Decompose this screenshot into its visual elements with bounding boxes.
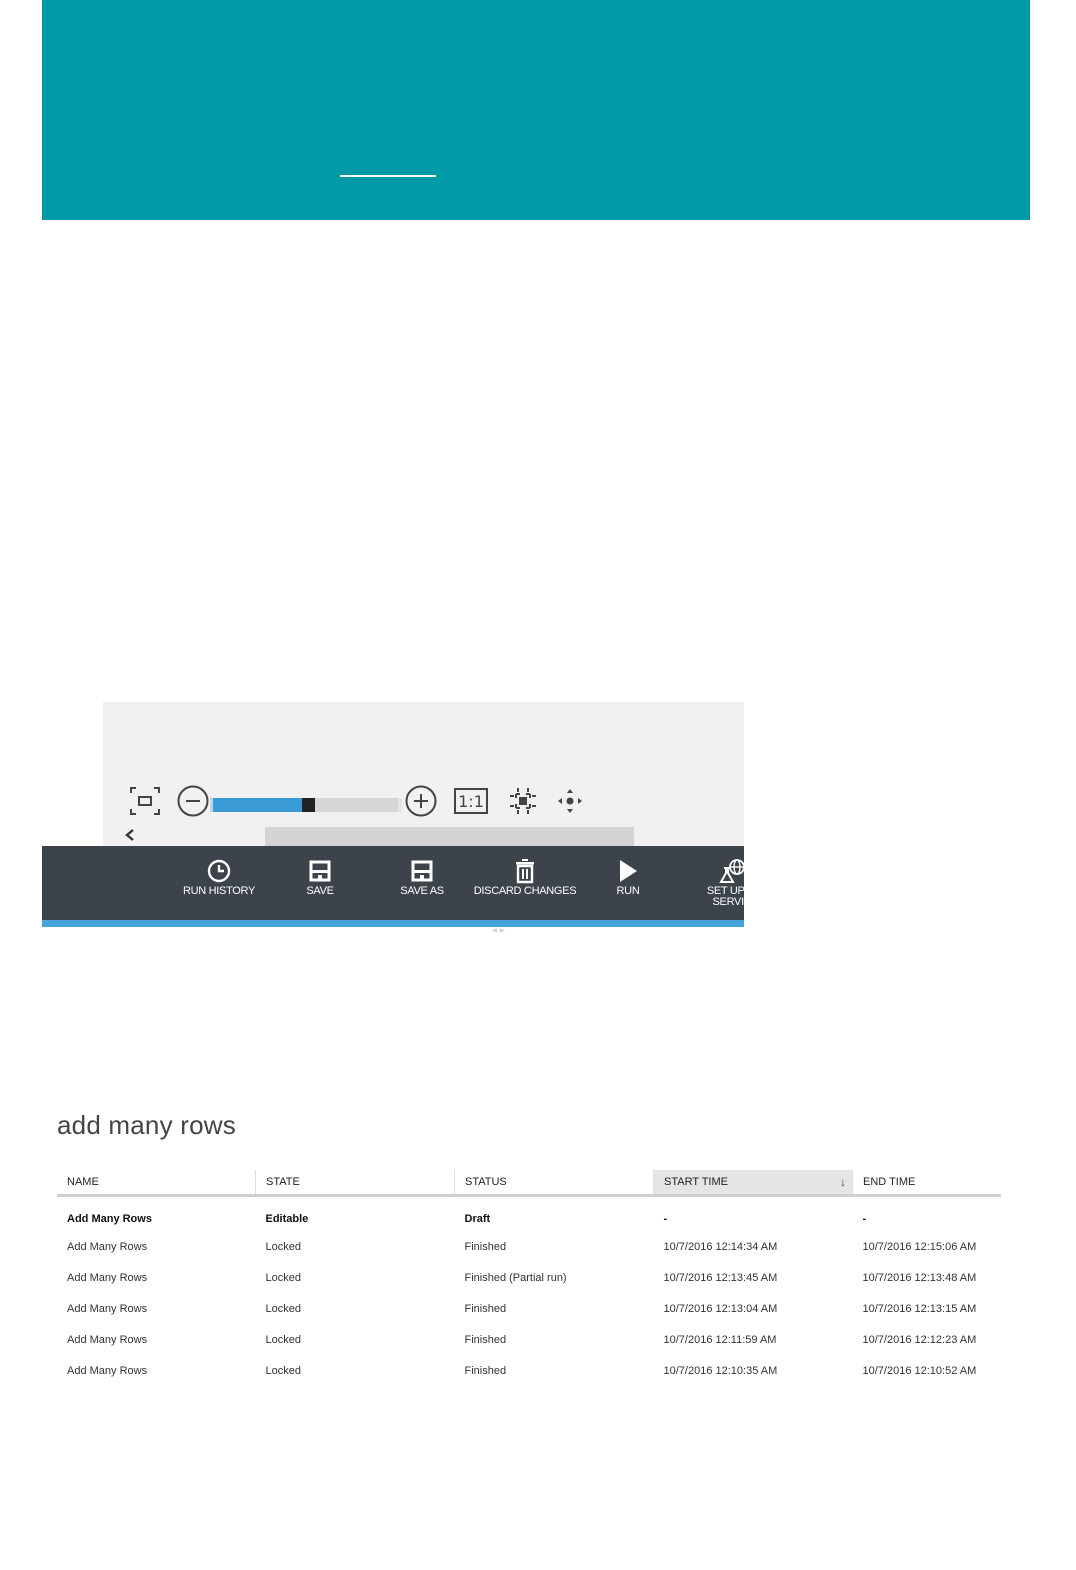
- set-up-web-service-label: SET UP W SERVIC: [707, 886, 744, 908]
- cell-start-time: 10/7/2016 12:13:04 AM: [663, 1302, 778, 1315]
- flask-globe-icon: [718, 858, 744, 884]
- cell-end-time: 10/7/2016 12:10:52 AM: [862, 1364, 977, 1377]
- cell-start-time: 10/7/2016 12:14:34 AM: [663, 1240, 778, 1253]
- cell-status: Finished: [464, 1364, 507, 1377]
- toolbar-accent-bar: [42, 920, 744, 927]
- cell-start-time: 10/7/2016 12:10:35 AM: [663, 1364, 778, 1377]
- set-up-web-service-button[interactable]: SET UP W SERVIC: [692, 858, 744, 908]
- cell-end-time: 10/7/2016 12:15:06 AM: [862, 1240, 977, 1253]
- canvas-zoom-controls: 1:1: [128, 784, 588, 818]
- cell-name: Add Many Rows: [67, 1364, 148, 1377]
- actual-size-button[interactable]: 1:1: [454, 788, 488, 814]
- cell-state: Locked: [265, 1333, 301, 1346]
- table-row[interactable]: Add Many Rows Locked Finished 10/7/2016 …: [57, 1293, 1001, 1324]
- table-row[interactable]: Add Many Rows Locked Finished 10/7/2016 …: [57, 1324, 1001, 1355]
- table-row[interactable]: Add Many Rows Locked Finished 10/7/2016 …: [57, 1355, 1001, 1386]
- command-toolbar: RUN HISTORY SAVE SAVE AS DISCARD CHANGES…: [42, 846, 744, 920]
- header-banner: [42, 0, 1030, 220]
- table-row[interactable]: Add Many Rows Editable Draft - -: [57, 1196, 1001, 1232]
- focus-icon[interactable]: [506, 784, 540, 818]
- play-icon: [614, 858, 642, 884]
- zoom-slider-start: [210, 798, 213, 812]
- column-header-name[interactable]: NAME: [57, 1170, 256, 1197]
- save-button[interactable]: SAVE: [300, 858, 340, 897]
- run-history-label: RUN HISTORY: [182, 885, 256, 897]
- table-row[interactable]: Add Many Rows Locked Finished (Partial r…: [57, 1262, 1001, 1293]
- column-header-start-time[interactable]: START TIME ↓: [653, 1170, 853, 1197]
- cell-state: Locked: [265, 1302, 301, 1315]
- cell-name: Add Many Rows: [67, 1213, 152, 1225]
- cell-name: Add Many Rows: [67, 1240, 148, 1253]
- zoom-out-icon[interactable]: [176, 784, 210, 818]
- discard-changes-button[interactable]: DISCARD CHANGES: [472, 858, 578, 897]
- horizontal-scrollbar[interactable]: [265, 827, 634, 846]
- floppy-disk-icon: [408, 858, 436, 884]
- save-as-button[interactable]: SAVE AS: [397, 858, 447, 897]
- save-as-label: SAVE AS: [400, 885, 444, 897]
- column-header-start-time-label: START TIME: [664, 1176, 728, 1188]
- cell-name: Add Many Rows: [67, 1333, 148, 1346]
- table-header-row: NAME STATE STATUS START TIME ↓ END TIME: [57, 1170, 1001, 1197]
- zoom-slider-thumb[interactable]: [302, 798, 315, 812]
- sort-descending-icon: ↓: [840, 1175, 846, 1189]
- column-header-status[interactable]: STATUS: [454, 1170, 654, 1197]
- chevron-left-icon[interactable]: [123, 828, 137, 842]
- run-label: RUN: [616, 885, 640, 897]
- discard-changes-label: DISCARD CHANGES: [473, 885, 577, 897]
- cell-status: Finished: [464, 1333, 507, 1346]
- panel-splitter-icon[interactable]: ◂ ▸: [492, 925, 516, 936]
- zoom-slider-end: [398, 798, 402, 812]
- cell-status: Finished (Partial run): [464, 1271, 567, 1284]
- run-button[interactable]: RUN: [608, 858, 648, 897]
- zoom-slider[interactable]: [210, 798, 402, 812]
- page-title: add many rows: [57, 1110, 236, 1140]
- cell-end-time: -: [862, 1213, 867, 1225]
- active-tab-underline: [340, 175, 436, 177]
- set-up-web-service-label-line2: SERVIC: [712, 896, 744, 908]
- cell-end-time: 10/7/2016 12:13:48 AM: [862, 1271, 977, 1284]
- cell-state: Editable: [265, 1213, 309, 1225]
- cell-end-time: 10/7/2016 12:12:23 AM: [862, 1333, 977, 1346]
- fit-to-screen-icon[interactable]: [128, 784, 162, 818]
- cell-name: Add Many Rows: [67, 1271, 148, 1284]
- cell-state: Locked: [265, 1364, 301, 1377]
- cell-start-time: -: [663, 1213, 668, 1225]
- column-header-end-time[interactable]: END TIME: [852, 1170, 1001, 1197]
- cell-status: Finished: [464, 1240, 507, 1253]
- cell-name: Add Many Rows: [67, 1302, 148, 1315]
- cell-state: Locked: [265, 1240, 301, 1253]
- cell-state: Locked: [265, 1271, 301, 1284]
- zoom-in-icon[interactable]: [404, 784, 438, 818]
- floppy-disk-icon: [306, 858, 334, 884]
- experiment-canvas[interactable]: 1:1: [103, 702, 744, 846]
- save-label: SAVE: [306, 885, 334, 897]
- cell-start-time: 10/7/2016 12:11:59 AM: [663, 1333, 777, 1346]
- cell-status: Draft: [464, 1213, 491, 1225]
- clock-icon: [205, 858, 233, 884]
- zoom-slider-fill: [210, 798, 302, 812]
- column-header-state[interactable]: STATE: [255, 1170, 455, 1197]
- table-row[interactable]: Add Many Rows Locked Finished 10/7/2016 …: [57, 1231, 1001, 1262]
- run-history-table: NAME STATE STATUS START TIME ↓ END TIME …: [57, 1170, 1001, 1386]
- cell-end-time: 10/7/2016 12:13:15 AM: [862, 1302, 977, 1315]
- cell-start-time: 10/7/2016 12:13:45 AM: [663, 1271, 778, 1284]
- trash-icon: [511, 858, 539, 884]
- cell-status: Finished: [464, 1302, 507, 1315]
- run-history-button[interactable]: RUN HISTORY: [177, 858, 261, 897]
- pan-icon[interactable]: [553, 784, 587, 818]
